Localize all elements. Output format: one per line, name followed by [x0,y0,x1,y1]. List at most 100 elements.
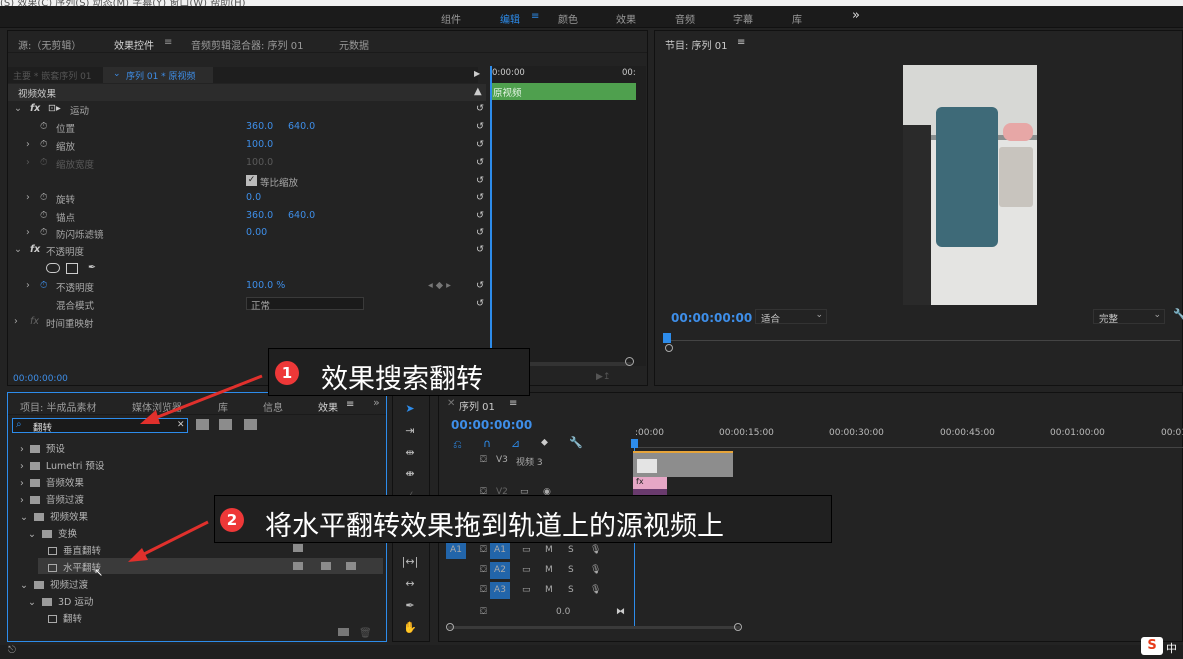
ec-playhead[interactable] [490,66,492,366]
solo-button[interactable]: S [568,545,574,555]
scale-value[interactable]: 100.0 [246,139,273,150]
stopwatch-icon[interactable]: ⏱ [40,139,47,150]
tree-item-video-effects[interactable]: ⌄ 视频效果 [20,509,88,523]
lock-icon[interactable]: ⛋ [480,585,487,595]
workspace-more-icon[interactable]: » [852,8,860,23]
playhead-handle[interactable] [631,439,638,448]
uniform-scale-checkbox[interactable]: ✓ [246,175,257,186]
wrench-icon[interactable]: 🔧 [1173,308,1183,321]
workspace-tab[interactable]: 效果 [616,11,636,26]
track-source-patch[interactable]: A1 [446,542,466,559]
clip-v3[interactable] [633,451,733,477]
keyframe-nav-icon[interactable]: ◂ ◆ ▸ [428,280,451,291]
tree-item-presets[interactable]: › 预设 [20,441,65,455]
scroll-handle-left[interactable] [446,623,454,631]
anchor-x-value[interactable]: 360.0 [246,210,273,221]
clip-adjustment[interactable]: fx [633,477,667,489]
accelerated-effects-icon[interactable] [196,419,209,430]
linked-selection-icon[interactable]: ⊿ [511,437,520,450]
export-frame-icon[interactable]: ▶↥ [596,372,610,382]
lock-icon[interactable]: ⛋ [480,455,487,465]
clear-search-icon[interactable]: ✕ [177,420,185,430]
reset-icon[interactable]: ↺ [476,298,484,309]
position-row[interactable]: ⏱ 位置 360.0 640.0 ↺ [8,119,486,136]
lock-icon[interactable]: ⛋ [480,565,487,575]
tree-item-audio-transitions[interactable]: › 音频过渡 [20,492,84,506]
mute-button[interactable]: M [545,565,553,575]
chevron-right-icon[interactable]: › [26,280,30,291]
mute-button[interactable]: M [545,585,553,595]
motion-row[interactable]: ⌄ fx ⊡▸ 运动 ↺ [8,101,486,118]
reset-icon[interactable]: ↺ [476,121,484,132]
close-tab-icon[interactable]: ✕ [447,398,455,409]
track-label[interactable]: A2 [490,562,510,579]
track-label[interactable]: V3 [496,455,508,465]
ime-indicator[interactable]: 中 [1166,640,1177,656]
chevron-right-icon[interactable]: › [26,139,30,150]
tab-libraries[interactable]: 库 [218,399,228,414]
reset-icon[interactable]: ↺ [476,139,484,150]
scale-row[interactable]: › ⏱ 缩放 100.0 ↺ [8,137,486,154]
go-to-end-icon[interactable]: ⧓ [616,607,625,617]
uniform-scale-row[interactable]: ✓ 等比缩放 ↺ [8,173,486,190]
sync-lock-icon[interactable]: ▭ [522,545,531,555]
anchor-y-value[interactable]: 640.0 [288,210,315,221]
chevron-right-icon[interactable]: › [26,192,30,203]
program-title[interactable]: 节目: 序列 01 [665,37,727,52]
pen-mask-icon[interactable]: ✒ [88,262,96,273]
fx-icon[interactable]: fx [30,244,40,255]
tree-item-lumetri[interactable]: › Lumetri 预设 [20,458,104,472]
tab-metadata[interactable]: 元数据 [339,37,369,52]
tab-audio-mixer[interactable]: 音频剪辑混合器: 序列 01 [191,37,303,52]
slip-tool-icon[interactable]: |↔| [400,555,420,573]
tree-item-flip-transition[interactable]: 翻转 [48,611,82,625]
master-volume-value[interactable]: 0.0 [556,607,570,617]
stopwatch-icon[interactable]: ⏱ [40,192,47,203]
tree-item-3d-motion[interactable]: ⌄ 3D 运动 [28,594,93,608]
ec-zoom-handle[interactable] [625,357,634,366]
program-video-frame[interactable] [903,65,1037,305]
tab-more-icon[interactable]: » [373,396,380,409]
track-label[interactable]: A1 [490,542,510,559]
program-zoom-handle[interactable] [665,344,673,352]
reset-icon[interactable]: ↺ [476,244,484,255]
rotation-row[interactable]: › ⏱ 旋转 0.0 ↺ [8,190,486,207]
microphone-icon[interactable]: 🎙 [590,585,601,595]
tree-item-audio-effects[interactable]: › 音频效果 [20,475,84,489]
pen-tool-icon[interactable]: ✒ [400,599,420,617]
reset-icon[interactable]: ↺ [476,103,484,114]
selection-tool-icon[interactable]: ➤ [400,402,420,420]
add-marker-icon[interactable]: ⬥ [541,437,548,448]
effects-search-input[interactable]: ⌕ 翻转 ✕ [12,418,188,434]
workspace-tab[interactable]: 字幕 [733,11,753,26]
ec-scroll-up-icon[interactable]: ▲ [474,86,482,97]
program-time-ruler[interactable] [665,331,1180,341]
workspace-tab[interactable]: 颜色 [558,11,578,26]
tab-source[interactable]: 源:（无剪辑） [18,37,81,52]
ellipse-mask-icon[interactable] [46,263,60,273]
flicker-value[interactable]: 0.00 [246,227,267,238]
timeline-ruler[interactable] [634,440,1183,448]
flicker-row[interactable]: › ⏱ 防闪烁滤镜 0.00 ↺ [8,225,486,242]
position-y-value[interactable]: 640.0 [288,121,315,132]
chevron-right-icon[interactable]: › [14,316,18,327]
tab-media-browser[interactable]: 媒体浏览器 [132,399,182,414]
anchor-row[interactable]: ⏱ 锚点 360.0 640.0 ↺ [8,208,486,225]
opacity-value-row[interactable]: › ⏱ 不透明度 100.0 % ◂ ◆ ▸ ↺ [8,278,486,295]
stopwatch-active-icon[interactable]: ⏱ [40,280,47,291]
tab-effects[interactable]: 效果 [318,399,338,414]
tab-project[interactable]: 项目: 半成品素材 [20,399,97,414]
32bit-effects-icon[interactable] [219,419,232,430]
microphone-icon[interactable]: 🎙 [590,545,601,555]
lock-icon[interactable]: ⛋ [480,545,487,555]
position-x-value[interactable]: 360.0 [246,121,273,132]
sync-lock-icon[interactable]: ▭ [522,565,531,575]
track-select-tool-icon[interactable]: ⇥ [400,424,420,442]
tab-menu-icon[interactable]: ≡ [164,37,172,48]
reset-icon[interactable]: ↺ [476,157,484,168]
yuv-effects-icon[interactable] [244,419,257,430]
workspace-tab[interactable]: 组件 [441,11,461,26]
timeline-timecode[interactable]: 00:00:00:00 [451,418,532,432]
tab-menu-icon[interactable]: ≡ [346,399,354,410]
fit-dropdown[interactable]: 适合 ⌄ [755,309,827,325]
